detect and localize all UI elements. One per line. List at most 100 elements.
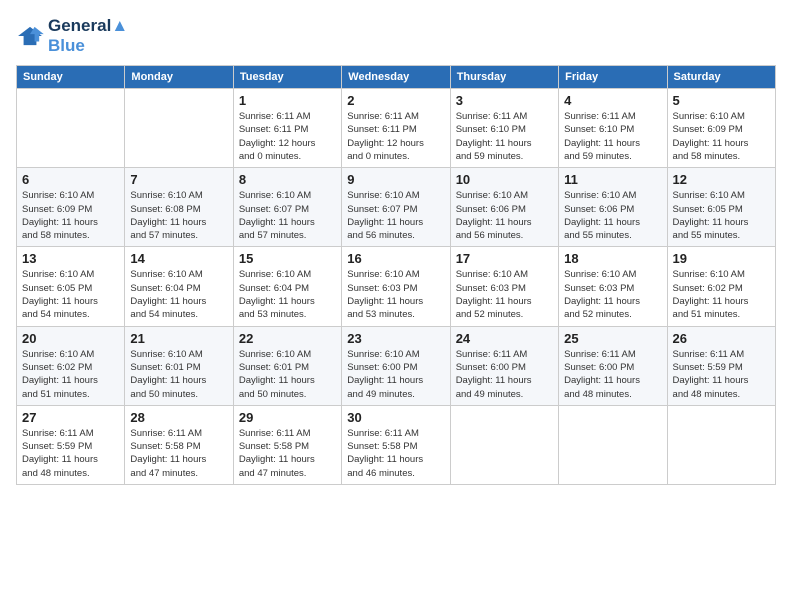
day-info: Sunrise: 6:11 AM Sunset: 5:59 PM Dayligh…: [673, 348, 770, 401]
day-info: Sunrise: 6:11 AM Sunset: 5:58 PM Dayligh…: [347, 427, 444, 480]
calendar-cell: 6 Sunrise: 6:10 AM Sunset: 6:09 PM Daylig…: [17, 168, 125, 247]
calendar-cell: 4 Sunrise: 6:11 AM Sunset: 6:10 PM Daylig…: [559, 89, 667, 168]
day-info: Sunrise: 6:10 AM Sunset: 6:08 PM Dayligh…: [130, 189, 227, 242]
logo-icon: [16, 25, 44, 47]
day-number: 4: [564, 93, 661, 108]
weekday-header-friday: Friday: [559, 66, 667, 89]
day-number: 21: [130, 331, 227, 346]
day-info: Sunrise: 6:10 AM Sunset: 6:04 PM Dayligh…: [130, 268, 227, 321]
calendar-cell: 1 Sunrise: 6:11 AM Sunset: 6:11 PM Daylig…: [233, 89, 341, 168]
weekday-header-saturday: Saturday: [667, 66, 775, 89]
calendar-week-1: 6 Sunrise: 6:10 AM Sunset: 6:09 PM Daylig…: [17, 168, 776, 247]
calendar-cell: 16 Sunrise: 6:10 AM Sunset: 6:03 PM Dayli…: [342, 247, 450, 326]
calendar-cell: 28Sunrise: 6:11 AM Sunset: 5:58 PM Dayli…: [125, 405, 233, 484]
weekday-header-thursday: Thursday: [450, 66, 558, 89]
calendar-cell: 10Sunrise: 6:10 AM Sunset: 6:06 PM Dayli…: [450, 168, 558, 247]
header: General▲ Blue: [16, 16, 776, 55]
weekday-row: SundayMondayTuesdayWednesdayThursdayFrid…: [17, 66, 776, 89]
day-info: Sunrise: 6:10 AM Sunset: 6:09 PM Dayligh…: [22, 189, 119, 242]
calendar-cell: 13 Sunrise: 6:10 AM Sunset: 6:05 PM Dayli…: [17, 247, 125, 326]
calendar-cell: 26 Sunrise: 6:11 AM Sunset: 5:59 PM Dayli…: [667, 326, 775, 405]
day-info: Sunrise: 6:10 AM Sunset: 6:02 PM Dayligh…: [22, 348, 119, 401]
calendar-body: 1 Sunrise: 6:11 AM Sunset: 6:11 PM Daylig…: [17, 89, 776, 485]
calendar-cell: 25 Sunrise: 6:11 AM Sunset: 6:00 PM Dayli…: [559, 326, 667, 405]
calendar-cell: 8 Sunrise: 6:10 AM Sunset: 6:07 PM Daylig…: [233, 168, 341, 247]
day-number: 16: [347, 251, 444, 266]
calendar-cell: [17, 89, 125, 168]
day-number: 14: [130, 251, 227, 266]
logo-line2: Blue: [48, 36, 128, 56]
calendar-cell: 19 Sunrise: 6:10 AM Sunset: 6:02 PM Dayli…: [667, 247, 775, 326]
day-info: Sunrise: 6:10 AM Sunset: 6:07 PM Dayligh…: [347, 189, 444, 242]
day-info: Sunrise: 6:10 AM Sunset: 6:05 PM Dayligh…: [22, 268, 119, 321]
day-info: Sunrise: 6:11 AM Sunset: 6:00 PM Dayligh…: [456, 348, 553, 401]
calendar-cell: [450, 405, 558, 484]
day-number: 25: [564, 331, 661, 346]
day-info: Sunrise: 6:10 AM Sunset: 6:05 PM Dayligh…: [673, 189, 770, 242]
calendar-cell: 24 Sunrise: 6:11 AM Sunset: 6:00 PM Dayli…: [450, 326, 558, 405]
calendar-cell: 30Sunrise: 6:11 AM Sunset: 5:58 PM Dayli…: [342, 405, 450, 484]
day-number: 22: [239, 331, 336, 346]
day-number: 17: [456, 251, 553, 266]
day-info: Sunrise: 6:11 AM Sunset: 6:00 PM Dayligh…: [564, 348, 661, 401]
day-info: Sunrise: 6:11 AM Sunset: 6:10 PM Dayligh…: [564, 110, 661, 163]
calendar-cell: [667, 405, 775, 484]
calendar-week-3: 20 Sunrise: 6:10 AM Sunset: 6:02 PM Dayli…: [17, 326, 776, 405]
logo: General▲ Blue: [16, 16, 128, 55]
calendar-cell: 2 Sunrise: 6:11 AM Sunset: 6:11 PM Daylig…: [342, 89, 450, 168]
day-number: 7: [130, 172, 227, 187]
day-number: 20: [22, 331, 119, 346]
calendar-cell: 27 Sunrise: 6:11 AM Sunset: 5:59 PM Dayli…: [17, 405, 125, 484]
day-number: 3: [456, 93, 553, 108]
day-info: Sunrise: 6:11 AM Sunset: 6:11 PM Dayligh…: [239, 110, 336, 163]
day-number: 26: [673, 331, 770, 346]
calendar-cell: 17 Sunrise: 6:10 AM Sunset: 6:03 PM Dayli…: [450, 247, 558, 326]
calendar: SundayMondayTuesdayWednesdayThursdayFrid…: [16, 65, 776, 485]
day-info: Sunrise: 6:10 AM Sunset: 6:03 PM Dayligh…: [456, 268, 553, 321]
day-info: Sunrise: 6:10 AM Sunset: 6:07 PM Dayligh…: [239, 189, 336, 242]
day-number: 10: [456, 172, 553, 187]
day-info: Sunrise: 6:11 AM Sunset: 6:11 PM Dayligh…: [347, 110, 444, 163]
day-number: 13: [22, 251, 119, 266]
calendar-week-2: 13 Sunrise: 6:10 AM Sunset: 6:05 PM Dayli…: [17, 247, 776, 326]
day-info: Sunrise: 6:10 AM Sunset: 6:00 PM Dayligh…: [347, 348, 444, 401]
day-number: 2: [347, 93, 444, 108]
day-info: Sunrise: 6:10 AM Sunset: 6:01 PM Dayligh…: [130, 348, 227, 401]
calendar-cell: 15Sunrise: 6:10 AM Sunset: 6:04 PM Dayli…: [233, 247, 341, 326]
day-number: 9: [347, 172, 444, 187]
calendar-cell: 3 Sunrise: 6:11 AM Sunset: 6:10 PM Daylig…: [450, 89, 558, 168]
weekday-header-tuesday: Tuesday: [233, 66, 341, 89]
day-info: Sunrise: 6:10 AM Sunset: 6:02 PM Dayligh…: [673, 268, 770, 321]
day-info: Sunrise: 6:11 AM Sunset: 6:10 PM Dayligh…: [456, 110, 553, 163]
weekday-header-sunday: Sunday: [17, 66, 125, 89]
day-info: Sunrise: 6:10 AM Sunset: 6:03 PM Dayligh…: [347, 268, 444, 321]
calendar-cell: 5 Sunrise: 6:10 AM Sunset: 6:09 PM Daylig…: [667, 89, 775, 168]
day-info: Sunrise: 6:11 AM Sunset: 5:59 PM Dayligh…: [22, 427, 119, 480]
calendar-cell: 11 Sunrise: 6:10 AM Sunset: 6:06 PM Dayli…: [559, 168, 667, 247]
calendar-cell: 29Sunrise: 6:11 AM Sunset: 5:58 PM Dayli…: [233, 405, 341, 484]
weekday-header-monday: Monday: [125, 66, 233, 89]
calendar-week-4: 27 Sunrise: 6:11 AM Sunset: 5:59 PM Dayli…: [17, 405, 776, 484]
day-number: 5: [673, 93, 770, 108]
weekday-header-wednesday: Wednesday: [342, 66, 450, 89]
day-number: 1: [239, 93, 336, 108]
day-number: 18: [564, 251, 661, 266]
day-info: Sunrise: 6:10 AM Sunset: 6:03 PM Dayligh…: [564, 268, 661, 321]
day-number: 27: [22, 410, 119, 425]
calendar-cell: 20 Sunrise: 6:10 AM Sunset: 6:02 PM Dayli…: [17, 326, 125, 405]
calendar-header: SundayMondayTuesdayWednesdayThursdayFrid…: [17, 66, 776, 89]
day-info: Sunrise: 6:11 AM Sunset: 5:58 PM Dayligh…: [239, 427, 336, 480]
calendar-week-0: 1 Sunrise: 6:11 AM Sunset: 6:11 PM Daylig…: [17, 89, 776, 168]
day-number: 6: [22, 172, 119, 187]
day-number: 8: [239, 172, 336, 187]
calendar-cell: 14 Sunrise: 6:10 AM Sunset: 6:04 PM Dayli…: [125, 247, 233, 326]
day-info: Sunrise: 6:10 AM Sunset: 6:09 PM Dayligh…: [673, 110, 770, 163]
day-number: 19: [673, 251, 770, 266]
calendar-cell: 22 Sunrise: 6:10 AM Sunset: 6:01 PM Dayli…: [233, 326, 341, 405]
day-info: Sunrise: 6:10 AM Sunset: 6:06 PM Dayligh…: [564, 189, 661, 242]
day-info: Sunrise: 6:10 AM Sunset: 6:01 PM Dayligh…: [239, 348, 336, 401]
calendar-cell: 12Sunrise: 6:10 AM Sunset: 6:05 PM Dayli…: [667, 168, 775, 247]
calendar-cell: 23Sunrise: 6:10 AM Sunset: 6:00 PM Dayli…: [342, 326, 450, 405]
day-number: 24: [456, 331, 553, 346]
day-number: 11: [564, 172, 661, 187]
